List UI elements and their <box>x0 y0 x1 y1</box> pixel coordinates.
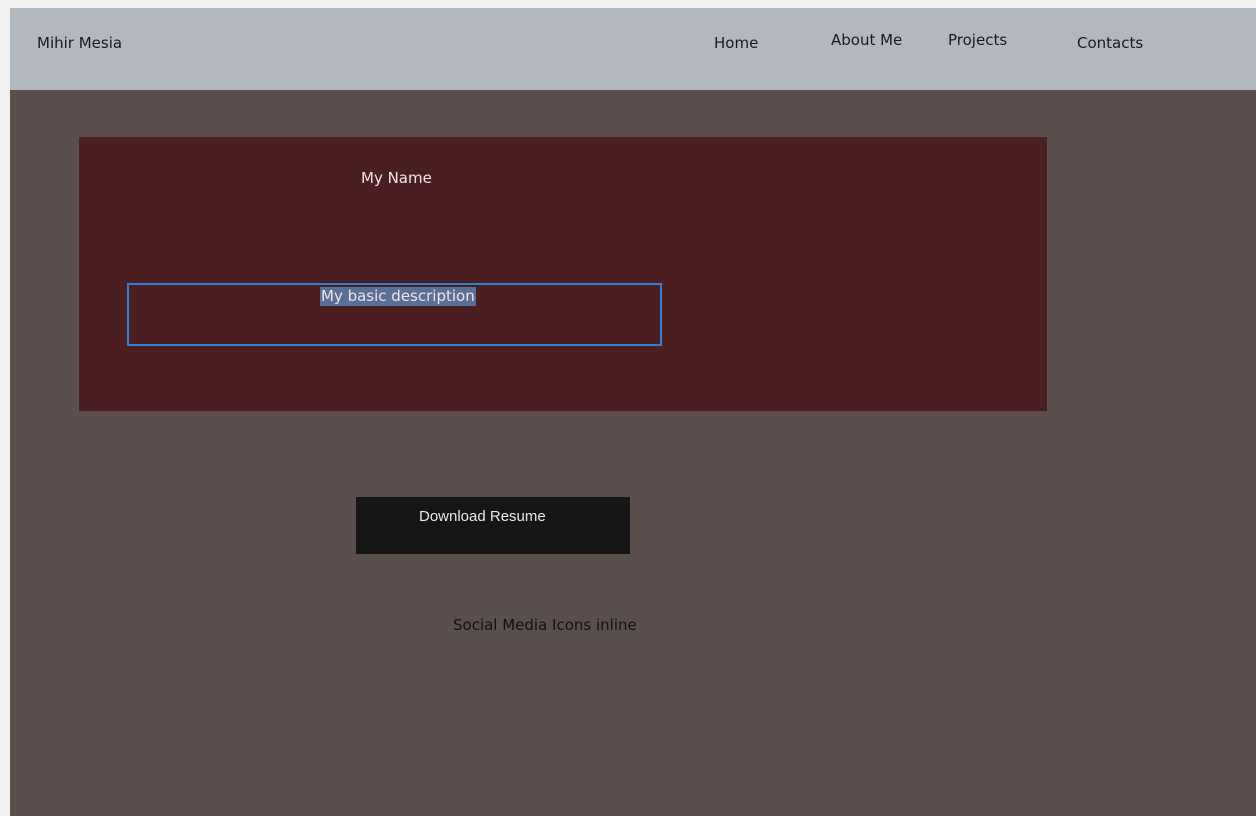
description-text-box[interactable]: My basic description <box>127 283 662 346</box>
nav-link-about-me[interactable]: About Me <box>831 31 902 49</box>
hero-section: My Name My basic description <box>79 137 1047 411</box>
hero-name-heading: My Name <box>361 169 432 187</box>
brand-name[interactable]: Mihir Mesia <box>37 34 122 52</box>
nav-link-contacts[interactable]: Contacts <box>1077 34 1143 52</box>
download-resume-button[interactable]: Download Resume <box>356 497 630 554</box>
page-canvas: Mihir Mesia Home About Me Projects Conta… <box>10 8 1256 816</box>
social-media-placeholder: Social Media Icons inline <box>453 616 637 634</box>
navbar: Mihir Mesia Home About Me Projects Conta… <box>10 8 1256 90</box>
description-text[interactable]: My basic description <box>320 287 476 306</box>
nav-link-projects[interactable]: Projects <box>948 31 1007 49</box>
download-resume-label: Download Resume <box>419 508 546 525</box>
nav-link-home[interactable]: Home <box>714 34 758 52</box>
